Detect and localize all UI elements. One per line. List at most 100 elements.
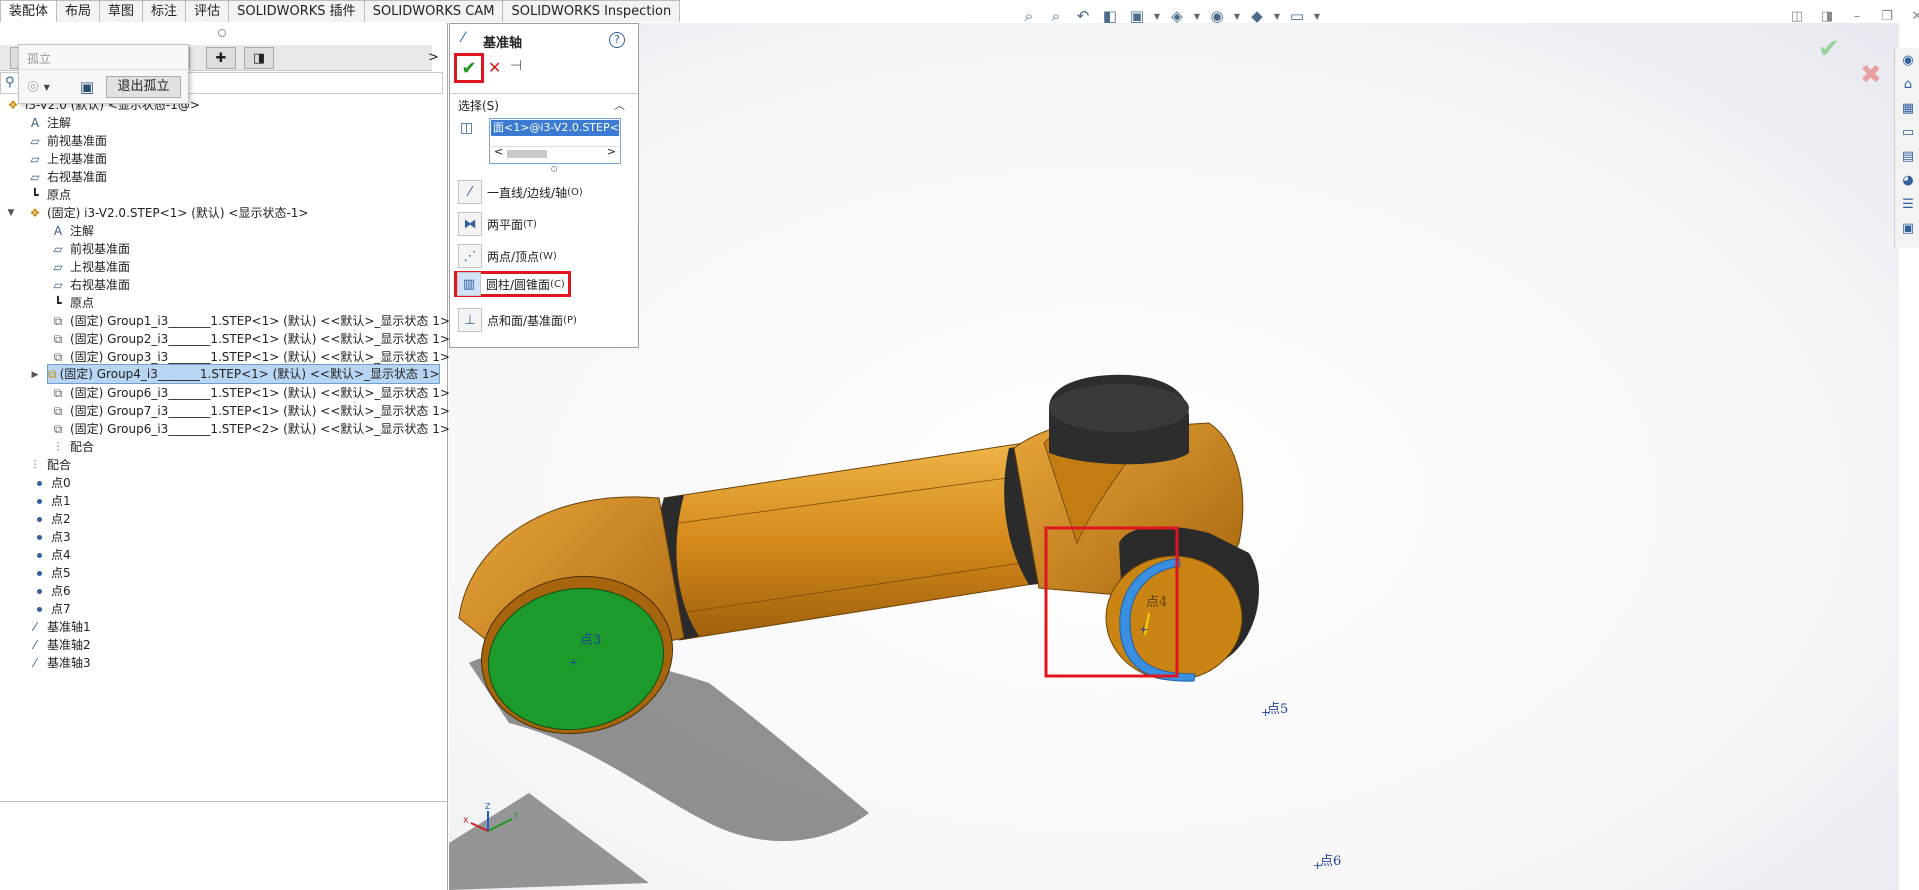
tree-item-origin[interactable]: ┗ 原点 [26, 185, 71, 205]
panel-grip[interactable] [218, 29, 226, 37]
tree-item-front-plane[interactable]: ▱ 前视基准面 [26, 131, 107, 151]
check-icon: ✔ [461, 57, 477, 79]
tree-item-group6-2[interactable]: ⧉ (固定) Group6_i3_______1.STEP<2> (默认) <<默… [49, 419, 450, 439]
tree-item-point0[interactable]: 点0 [30, 473, 71, 493]
tree-item-top-plane[interactable]: ▱ 上视基准面 [26, 149, 107, 169]
chevron-right-icon[interactable]: > [428, 50, 439, 65]
tree-item-fixed-part[interactable]: ▼ ❖ (固定) i3-V2.0.STEP<1> (默认) <显示状态-1> [6, 203, 309, 223]
list-resize-grip[interactable] [551, 166, 557, 172]
visibility-icon: ◎ [27, 78, 40, 94]
tree-item-group1[interactable]: ⧉ (固定) Group1_i3_______1.STEP<1> (默认) <<默… [49, 311, 450, 331]
chevron-up-icon[interactable]: ︿ [614, 97, 625, 113]
tree-item-axis1[interactable]: ⁄ 基准轴1 [26, 617, 91, 637]
tree-item-mates[interactable]: ⫶ 配合 [26, 455, 71, 475]
tab-inspection[interactable]: SOLIDWORKS Inspection [503, 0, 681, 22]
triad-y-label: Y [512, 811, 518, 820]
tree-item-sub-annotations[interactable]: A 注解 [49, 221, 94, 241]
tree-item-group6[interactable]: ⧉ (固定) Group6_i3_______1.STEP<1> (默认) <<默… [49, 383, 450, 403]
tree-item-point5[interactable]: 点5 [30, 563, 71, 583]
tree-item-group4[interactable]: ⧉ (固定) Group4_i3_______1.STEP<1> (默认) <<默… [47, 364, 440, 384]
confirm-corner-ok-icon[interactable]: ✔ [1818, 34, 1840, 64]
selected-face-item[interactable]: 面<1>@i3-V2.0.STEP<1> [491, 120, 619, 136]
file-explorer-icon[interactable]: ▭ [1897, 121, 1919, 143]
scroll-thumb[interactable] [507, 150, 547, 158]
expand-arrow-icon[interactable]: ▶ [30, 365, 40, 385]
design-library-icon[interactable]: ▦ [1897, 97, 1919, 119]
display-manager-tab-icon[interactable]: ◨ [244, 47, 274, 69]
point-icon [30, 528, 48, 546]
selection-list[interactable]: 面<1>@i3-V2.0.STEP<1> < > [489, 118, 621, 164]
face-selection-icon: ◫ [460, 120, 474, 136]
filter-icon[interactable]: ⚲ [5, 75, 15, 90]
chevron-down-icon[interactable]: ▼ [1233, 12, 1241, 21]
origin-icon: ┗ [31, 188, 39, 202]
confirm-corner-cancel-icon[interactable]: ✖ [1860, 60, 1882, 90]
tree-item-axis3[interactable]: ⁄ 基准轴3 [26, 653, 91, 673]
tree-item-point6[interactable]: 点6 [30, 581, 71, 601]
tree-item-right-plane[interactable]: ▱ 右视基准面 [26, 167, 107, 187]
tab-sketch[interactable]: 草图 [100, 0, 144, 22]
chevron-right-icon[interactable]: > [607, 145, 616, 158]
tree-item-point7[interactable]: 点7 [30, 599, 71, 619]
pm-title: 基准轴 [483, 36, 523, 51]
chevron-down-icon[interactable]: ▼ [1313, 12, 1321, 21]
tab-markup[interactable]: 标注 [143, 0, 187, 22]
panel-splitter[interactable] [0, 801, 448, 802]
option-two-points[interactable]: ⋰ 两点/顶点 (W) [458, 243, 557, 269]
tree-item-sub-top-plane[interactable]: ▱ 上视基准面 [49, 257, 130, 277]
feature-manager-panel: ◐ ▤ ✚ ◨ > ⚲ 孤立 ◎ ▼ ▣ 退出孤立 ❖ i3-V2.0 (默认)… [0, 23, 450, 890]
tree-item-point2[interactable]: 点2 [30, 509, 71, 529]
ok-button[interactable]: ✔ [454, 53, 484, 83]
tab-layout[interactable]: 布局 [57, 0, 101, 22]
chevron-left-icon[interactable]: < [494, 145, 503, 158]
tree-item-group7[interactable]: ⧉ (固定) Group7_i3_______1.STEP<1> (默认) <<默… [49, 401, 450, 421]
home-icon[interactable]: ⌂ [1897, 73, 1919, 95]
custom-properties-icon[interactable]: ☰ [1897, 193, 1919, 215]
chevron-down-icon[interactable]: ▼ [1273, 12, 1281, 21]
tree-item-sub-right-plane[interactable]: ▱ 右视基准面 [49, 275, 130, 295]
option-cylinder-cone[interactable]: ▥ 圆柱/圆锥面 (C) [454, 271, 571, 297]
chevron-down-icon[interactable]: ▼ [1153, 12, 1161, 21]
assembly-icon: ❖ [29, 206, 41, 220]
tab-cam[interactable]: SOLIDWORKS CAM [364, 0, 504, 22]
tree-item-sub-origin[interactable]: ┗ 原点 [49, 293, 94, 313]
close-icon[interactable]: ✕ [1905, 6, 1919, 26]
exit-isolate-button[interactable]: 退出孤立 [106, 76, 181, 98]
pin-icon[interactable]: ⊣ [510, 58, 522, 74]
cancel-button[interactable]: ✕ [488, 58, 501, 77]
annotation-icon: A [53, 224, 63, 238]
option-line-edge-axis[interactable]: ⁄ 一直线/边线/轴 (O) [458, 179, 583, 205]
mate-icon: ⫶ [33, 458, 37, 472]
save-icon[interactable]: ▣ [77, 77, 97, 97]
tab-assembly[interactable]: 装配体 [0, 0, 58, 22]
tree-item-sub-mates[interactable]: ⫶ 配合 [49, 437, 94, 457]
option-two-planes[interactable]: ⧓ 两平面 (T) [458, 211, 537, 237]
option-point-face[interactable]: ⊥ 点和面/基准面 (P) [458, 307, 577, 333]
tab-evaluate[interactable]: 评估 [186, 0, 230, 22]
selection-section-header[interactable]: 选择(S) ︿ [450, 93, 638, 113]
help-icon[interactable]: ? [609, 32, 625, 48]
visibility-dropdown[interactable]: ◎ ▼ [27, 78, 63, 98]
tree-item-point1[interactable]: 点1 [30, 491, 71, 511]
appearances-icon[interactable]: ◕ [1897, 169, 1919, 191]
list-hscrollbar[interactable]: < > [491, 145, 619, 160]
tree-item-point3[interactable]: 点3 [30, 527, 71, 547]
graphics-viewport[interactable]: + + + + X Y Z 点3 点4 点5 点6 [449, 23, 1899, 890]
tree-item-group4-expand[interactable]: ▶ [30, 365, 40, 385]
point-label-6: 点6 [1320, 854, 1342, 869]
model-canvas[interactable]: + + + + X Y Z [449, 23, 1899, 890]
expand-arrow-icon[interactable]: ▼ [6, 203, 16, 223]
solidworks-resources-icon[interactable]: ◉ [1897, 49, 1919, 71]
view-palette-icon[interactable]: ▤ [1897, 145, 1919, 167]
forum-icon[interactable]: ▣ [1897, 217, 1919, 239]
tab-addins[interactable]: SOLIDWORKS 插件 [229, 0, 365, 22]
tree-item-axis2[interactable]: ⁄ 基准轴2 [26, 635, 91, 655]
tree-item-group2[interactable]: ⧉ (固定) Group2_i3_______1.STEP<1> (默认) <<默… [49, 329, 450, 349]
dimxpert-tab-icon[interactable]: ✚ [206, 47, 236, 69]
tree-item-point4[interactable]: 点4 [30, 545, 71, 565]
isolate-title: 孤立 [27, 52, 52, 66]
tree-item-annotations[interactable]: A 注解 [26, 113, 71, 133]
tree-item-sub-front-plane[interactable]: ▱ 前视基准面 [49, 239, 130, 259]
chevron-down-icon[interactable]: ▼ [1193, 12, 1201, 21]
plane-icon: ▱ [53, 278, 63, 292]
